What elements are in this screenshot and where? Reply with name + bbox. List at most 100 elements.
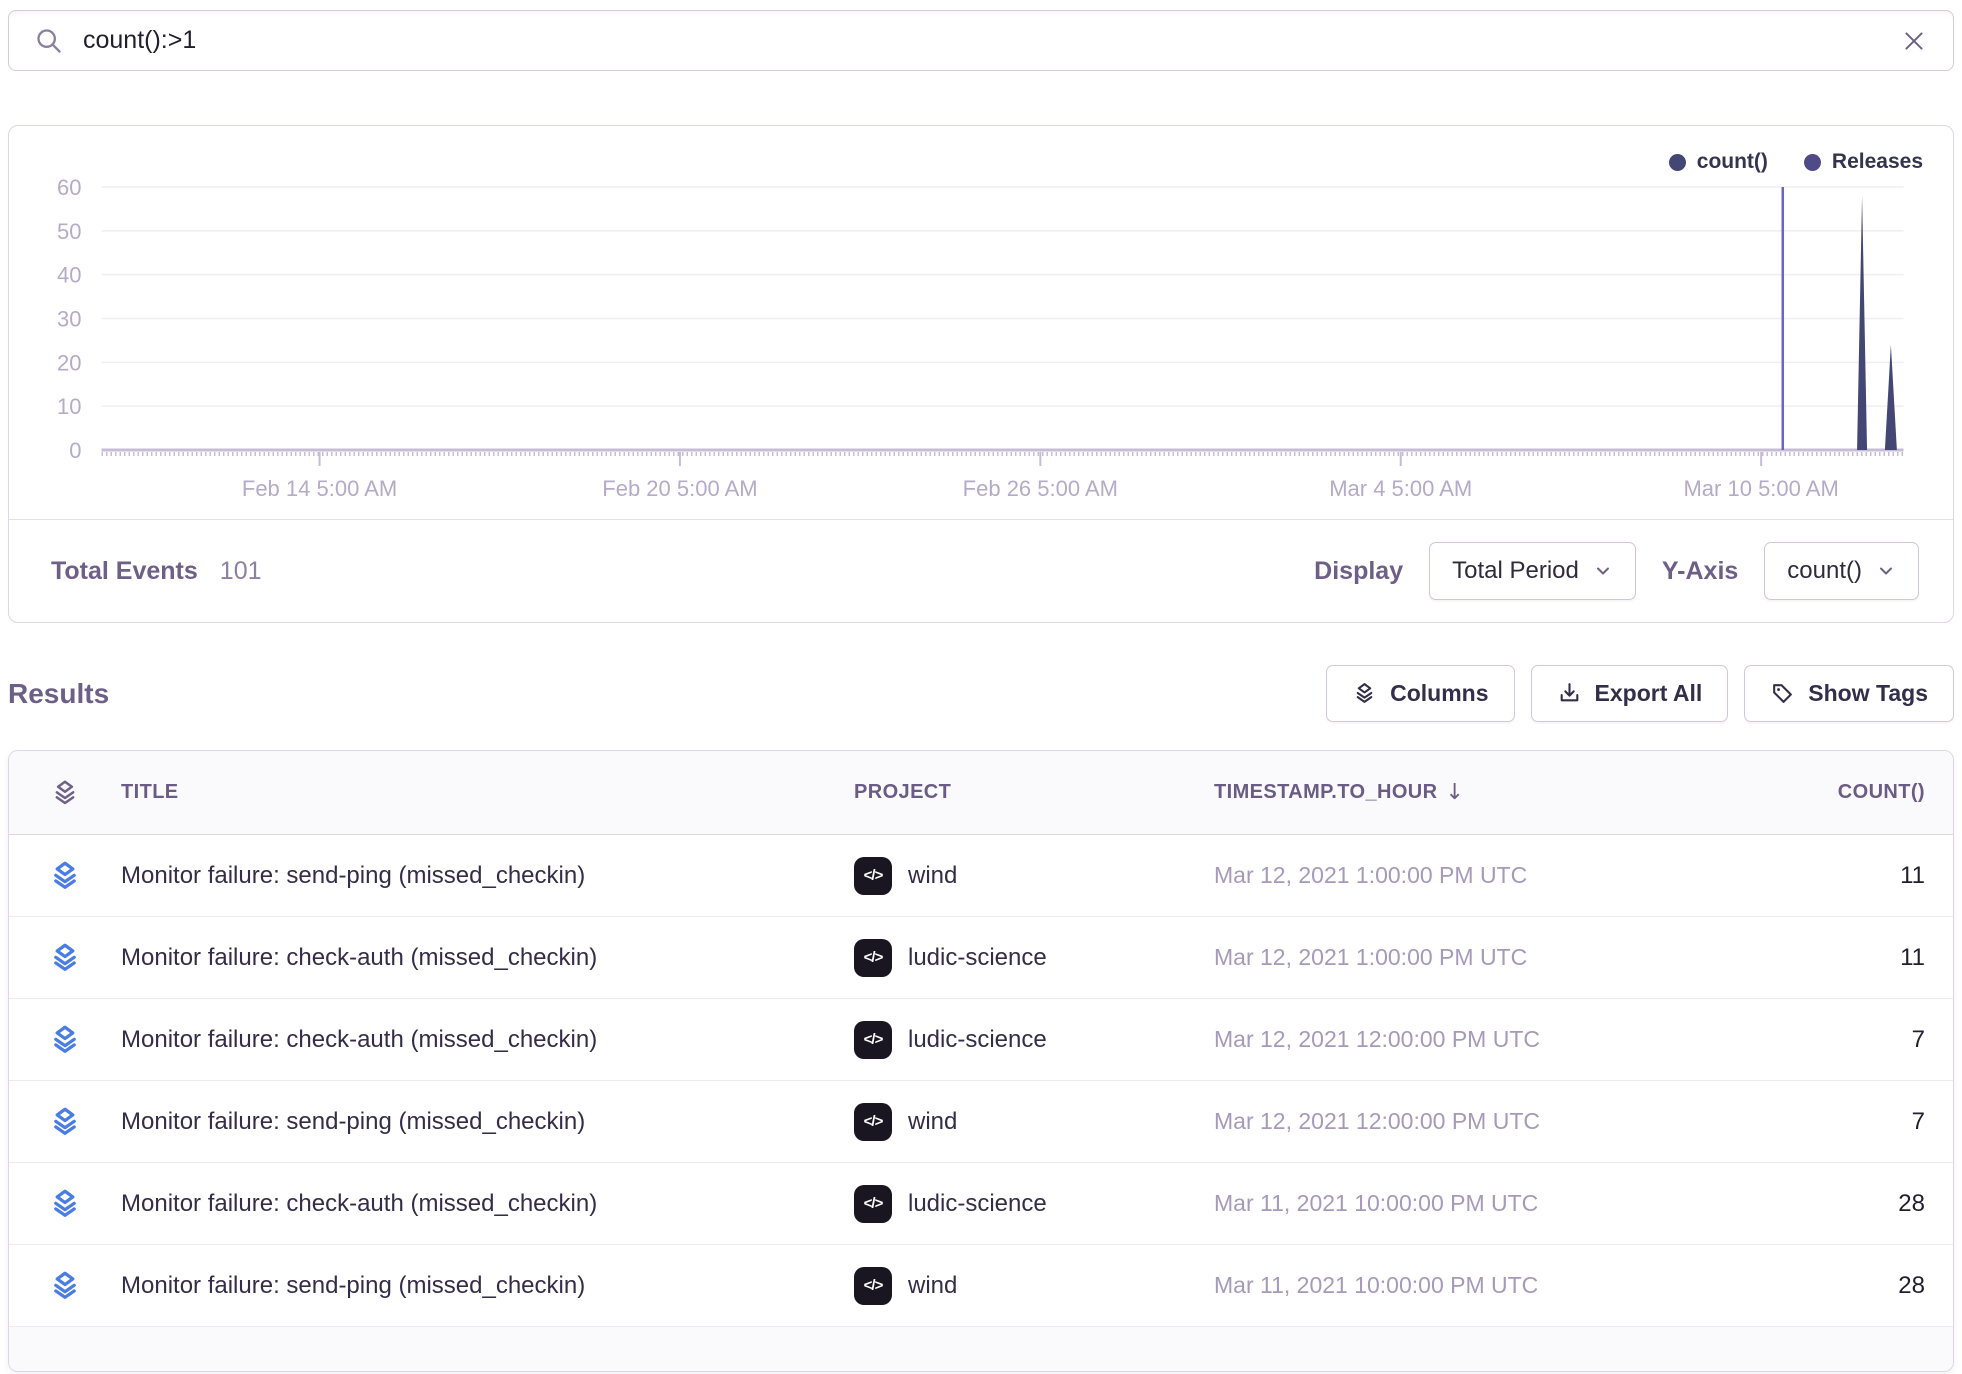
issue-stack-icon bbox=[48, 1023, 82, 1057]
table-row[interactable]: Monitor failure: check-auth (missed_chec… bbox=[9, 999, 1953, 1081]
show-tags-button-label: Show Tags bbox=[1808, 680, 1928, 707]
event-title[interactable]: Monitor failure: check-auth (missed_chec… bbox=[121, 944, 854, 972]
layers-icon bbox=[1352, 681, 1377, 706]
project-platform-icon: </> bbox=[854, 1185, 892, 1223]
total-events-label: Total Events bbox=[51, 557, 198, 586]
timestamp-value: Mar 12, 2021 1:00:00 PM UTC bbox=[1214, 944, 1694, 971]
issue-stack-icon bbox=[48, 859, 82, 893]
svg-text:0: 0 bbox=[69, 438, 81, 463]
y-axis-label: Y-Axis bbox=[1662, 557, 1738, 586]
svg-text:Feb 26 5:00 AM: Feb 26 5:00 AM bbox=[963, 476, 1118, 501]
issue-stack-icon bbox=[48, 1105, 82, 1139]
svg-text:20: 20 bbox=[57, 350, 81, 375]
svg-text:10: 10 bbox=[57, 394, 81, 419]
count-value: 28 bbox=[1694, 1272, 1925, 1300]
issue-stack-icon bbox=[48, 1187, 82, 1221]
table-row[interactable]: Monitor failure: send-ping (missed_check… bbox=[9, 1081, 1953, 1163]
project-name[interactable]: ludic-science bbox=[908, 944, 1047, 972]
legend-label: Releases bbox=[1832, 150, 1923, 174]
legend-dot-count-icon bbox=[1669, 154, 1686, 171]
legend-item-count[interactable]: count() bbox=[1669, 150, 1768, 174]
project-cell: </> wind bbox=[854, 857, 1214, 895]
chart-footer: Total Events 101 Display Total Period Y-… bbox=[9, 519, 1953, 622]
export-all-button[interactable]: Export All bbox=[1531, 665, 1729, 722]
legend-dot-releases-icon bbox=[1804, 154, 1821, 171]
table-header-row: TITLE PROJECT TIMESTAMP.TO_HOUR ↓ COUNT(… bbox=[9, 751, 1953, 835]
project-platform-icon: </> bbox=[854, 857, 892, 895]
project-name[interactable]: wind bbox=[908, 862, 957, 890]
count-value: 28 bbox=[1694, 1190, 1925, 1218]
column-header-project[interactable]: PROJECT bbox=[854, 781, 1214, 804]
issue-stack-icon bbox=[48, 941, 82, 975]
svg-text:30: 30 bbox=[57, 307, 81, 332]
stack-icon bbox=[50, 778, 80, 808]
clear-search-icon[interactable] bbox=[1901, 28, 1927, 54]
timestamp-value: Mar 11, 2021 10:00:00 PM UTC bbox=[1214, 1272, 1694, 1299]
results-title: Results bbox=[8, 678, 109, 710]
event-title[interactable]: Monitor failure: send-ping (missed_check… bbox=[121, 1108, 854, 1136]
chevron-down-icon bbox=[1876, 561, 1896, 581]
table-row[interactable]: Monitor failure: send-ping (missed_check… bbox=[9, 1245, 1953, 1327]
count-value: 7 bbox=[1694, 1108, 1925, 1136]
svg-text:Feb 20 5:00 AM: Feb 20 5:00 AM bbox=[602, 476, 757, 501]
timestamp-header-label: TIMESTAMP.TO_HOUR bbox=[1214, 781, 1438, 804]
display-label: Display bbox=[1314, 557, 1403, 586]
project-cell: </> ludic-science bbox=[854, 1185, 1214, 1223]
event-title[interactable]: Monitor failure: check-auth (missed_chec… bbox=[121, 1190, 854, 1218]
count-value: 7 bbox=[1694, 1026, 1925, 1054]
project-name[interactable]: ludic-science bbox=[908, 1026, 1047, 1054]
project-name[interactable]: wind bbox=[908, 1272, 957, 1300]
svg-text:40: 40 bbox=[57, 263, 81, 288]
export-all-button-label: Export All bbox=[1595, 680, 1703, 707]
event-title[interactable]: Monitor failure: send-ping (missed_check… bbox=[121, 1272, 854, 1300]
timestamp-value: Mar 11, 2021 10:00:00 PM UTC bbox=[1214, 1190, 1694, 1217]
table-row[interactable]: Monitor failure: send-ping (missed_check… bbox=[9, 835, 1953, 917]
legend-label: count() bbox=[1697, 150, 1768, 174]
project-name[interactable]: wind bbox=[908, 1108, 957, 1136]
svg-text:60: 60 bbox=[57, 175, 81, 200]
svg-text:Feb 14 5:00 AM: Feb 14 5:00 AM bbox=[242, 476, 397, 501]
chart-legend: count() Releases bbox=[1669, 150, 1923, 174]
svg-text:50: 50 bbox=[57, 219, 81, 244]
tag-icon bbox=[1770, 681, 1795, 706]
edit-columns-icon[interactable] bbox=[9, 778, 121, 808]
search-input[interactable] bbox=[83, 26, 1881, 55]
columns-button[interactable]: Columns bbox=[1326, 665, 1514, 722]
total-events-value: 101 bbox=[220, 557, 262, 586]
table-row[interactable]: Monitor failure: check-auth (missed_chec… bbox=[9, 917, 1953, 999]
show-tags-button[interactable]: Show Tags bbox=[1744, 665, 1954, 722]
project-platform-icon: </> bbox=[854, 939, 892, 977]
table-row[interactable]: Monitor failure: check-auth (missed_chec… bbox=[9, 1163, 1953, 1245]
events-chart: 0 10 20 30 40 50 60 Feb 14 5:00 AM Feb 20 5:00 A… bbox=[9, 126, 1953, 519]
download-icon bbox=[1557, 681, 1582, 706]
event-title[interactable]: Monitor failure: check-auth (missed_chec… bbox=[121, 1026, 854, 1054]
timestamp-value: Mar 12, 2021 12:00:00 PM UTC bbox=[1214, 1026, 1694, 1053]
column-header-title[interactable]: TITLE bbox=[121, 781, 854, 804]
chevron-down-icon bbox=[1593, 561, 1613, 581]
svg-text:Mar 4 5:00 AM: Mar 4 5:00 AM bbox=[1329, 476, 1472, 501]
y-axis-dropdown[interactable]: count() bbox=[1764, 542, 1919, 600]
issue-stack-icon bbox=[48, 1269, 82, 1303]
columns-button-label: Columns bbox=[1390, 680, 1488, 707]
project-platform-icon: </> bbox=[854, 1267, 892, 1305]
search-bar[interactable] bbox=[8, 10, 1954, 71]
project-cell: </> ludic-science bbox=[854, 1021, 1214, 1059]
project-name[interactable]: ludic-science bbox=[908, 1190, 1047, 1218]
display-dropdown[interactable]: Total Period bbox=[1429, 542, 1636, 600]
display-dropdown-value: Total Period bbox=[1452, 557, 1579, 585]
project-cell: </> wind bbox=[854, 1267, 1214, 1305]
y-axis-dropdown-value: count() bbox=[1787, 557, 1862, 585]
table-footer bbox=[9, 1327, 1953, 1371]
total-events: Total Events 101 bbox=[51, 557, 262, 586]
column-header-count[interactable]: COUNT() bbox=[1694, 781, 1925, 804]
event-title[interactable]: Monitor failure: send-ping (missed_check… bbox=[121, 862, 854, 890]
timestamp-value: Mar 12, 2021 1:00:00 PM UTC bbox=[1214, 862, 1694, 889]
svg-text:Mar 10 5:00 AM: Mar 10 5:00 AM bbox=[1683, 476, 1838, 501]
project-platform-icon: </> bbox=[854, 1021, 892, 1059]
legend-item-releases[interactable]: Releases bbox=[1804, 150, 1923, 174]
results-header: Results Columns Export All Show Tags bbox=[8, 665, 1954, 722]
sort-desc-icon: ↓ bbox=[1446, 780, 1465, 805]
timestamp-value: Mar 12, 2021 12:00:00 PM UTC bbox=[1214, 1108, 1694, 1135]
project-platform-icon: </> bbox=[854, 1103, 892, 1141]
column-header-timestamp[interactable]: TIMESTAMP.TO_HOUR ↓ bbox=[1214, 780, 1694, 805]
